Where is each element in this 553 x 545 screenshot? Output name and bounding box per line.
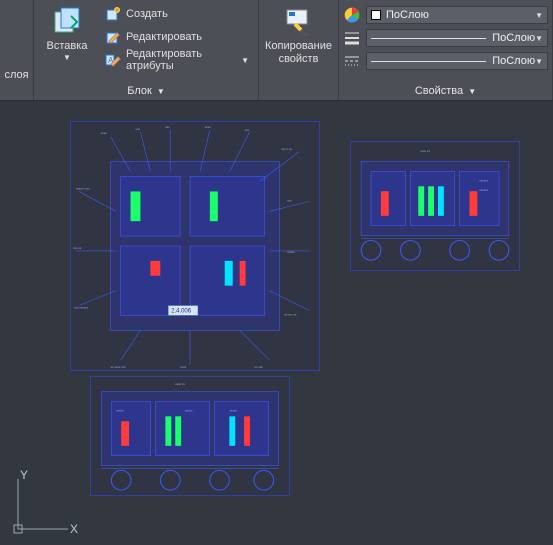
chevron-down-icon: ▼ [238,56,249,65]
layer-panel-title[interactable] [4,83,29,100]
edit-attrs-button[interactable]: A Редактировать атрибуты ▼ [100,49,254,71]
svg-text:xxx x xx: xxx x xx [281,147,292,151]
panel-properties: ПоСлою ▼ ПоСлою ▼ [339,0,553,100]
match-properties-icon [283,6,315,38]
svg-text:xxxxx: xxxxx [185,408,193,412]
cad-tag-label: 2.4.006 [171,308,192,314]
svg-text:xxxx xx: xxxx xx [175,382,185,386]
block-panel-title[interactable]: Блок ▼ [38,83,254,100]
svg-text:xxxxx: xxxxx [116,408,124,412]
ribbon: слоя Вставка ▼ Создать [0,0,553,101]
insert-label: Вставка [47,40,88,53]
svg-text:xxx: xxx [135,127,140,131]
linetype-row: ПоСлою ▼ [343,51,548,71]
lineweight-dropdown[interactable]: ПоСлою ▼ [366,29,548,47]
color-swatch [371,10,381,20]
panel-block: Вставка ▼ Создать Редактировать [34,0,259,100]
edit-icon [105,29,121,45]
linetype-dropdown[interactable]: ПоСлою ▼ [366,52,548,70]
svg-text:xx xxx: xx xxx [255,365,264,369]
svg-text:xxx xx: xxx xx [73,246,82,250]
chevron-down-icon: ▼ [535,11,543,20]
svg-text:xxxxxx: xxxxxx [479,188,488,192]
ucs-icon: X Y [8,469,78,539]
svg-text:xxx xxxxxx: xxx xxxxxx [74,305,89,309]
svg-text:xxxxxx: xxxxxx [479,178,488,182]
svg-text:xxxx: xxxx [180,365,186,369]
color-value: ПоСлою [386,9,429,21]
lineweight-value: ПоСлою [492,32,535,44]
edit-attrs-icon: A [105,52,121,68]
svg-text:xxxxx: xxxxx [287,250,295,254]
panel-layer: слоя [0,0,34,100]
color-dropdown[interactable]: ПоСлою ▼ [366,6,548,24]
color-wheel-icon[interactable] [343,6,361,24]
lineweight-row: ПоСлою ▼ [343,28,548,48]
svg-text:Y: Y [20,469,28,482]
edit-attrs-label: Редактировать атрибуты [126,48,233,72]
match-properties-button[interactable]: Копирование свойств [263,3,335,67]
svg-text:X: X [70,522,78,536]
props-body: ПоСлою ▼ ПоСлою ▼ [343,3,548,83]
insert-button[interactable]: Вставка ▼ [38,3,96,83]
svg-text:xxx: xxx [165,125,170,129]
chevron-down-icon: ▼ [535,34,543,43]
insert-icon [51,6,83,38]
chevron-down-icon: ▼ [535,57,543,66]
panel-clipboard: Копирование свойств [259,0,339,100]
chevron-down-icon: ▼ [157,87,165,96]
edit-button[interactable]: Редактировать [100,26,254,48]
block-stack: Создать Редактировать A Редактировать ат… [100,3,254,83]
svg-text:xx xxxx xxx: xx xxxx xxx [111,365,127,369]
svg-text:xxx: xxx [287,198,292,202]
svg-text:xxx: xxx [245,128,250,132]
drawing-canvas[interactable]: xxxxx x-xxxxx xx xxx xxxxxxxx xxxx xxx x… [0,101,553,545]
svg-text:xxxxx x-xx: xxxxx x-xx [76,186,90,190]
svg-text:xxxx: xxxx [101,131,107,135]
props-panel-title[interactable]: Свойства ▼ [343,83,548,100]
chevron-down-icon: ▼ [468,87,476,96]
chevron-down-icon: ▼ [63,53,71,62]
cad-drawing-side-1[interactable]: xxxx xx xxxxxx xxxxxx [350,141,520,271]
create-button[interactable]: Создать [100,3,254,25]
cad-drawing-side-2[interactable]: xxxx xx xxxxx xxxxx xxxxx [90,376,290,496]
color-row: ПоСлою ▼ [343,5,548,25]
create-icon [105,6,121,22]
match-props-label-1: Копирование [265,40,332,53]
layer-panel-label: слоя [4,69,29,83]
svg-text:xx xxx xx: xx xxx xx [284,312,297,316]
linetype-icon[interactable] [343,52,361,70]
lineweight-icon[interactable] [343,29,361,47]
svg-text:xxxx xx: xxxx xx [420,149,430,153]
clip-panel-title [297,67,300,84]
cad-drawing-front[interactable]: xxxxx x-xxxxx xx xxx xxxxxxxx xxxx xxx x… [70,121,320,371]
linetype-preview [371,61,486,62]
svg-text:xxxxx: xxxxx [229,408,237,412]
lineweight-preview [371,38,486,39]
block-body: Вставка ▼ Создать Редактировать [38,3,254,83]
match-props-label-2: свойств [279,53,319,66]
svg-text:xxxx: xxxx [205,125,211,129]
edit-label: Редактировать [126,31,202,43]
linetype-value: ПоСлою [492,55,535,67]
create-label: Создать [126,8,168,20]
